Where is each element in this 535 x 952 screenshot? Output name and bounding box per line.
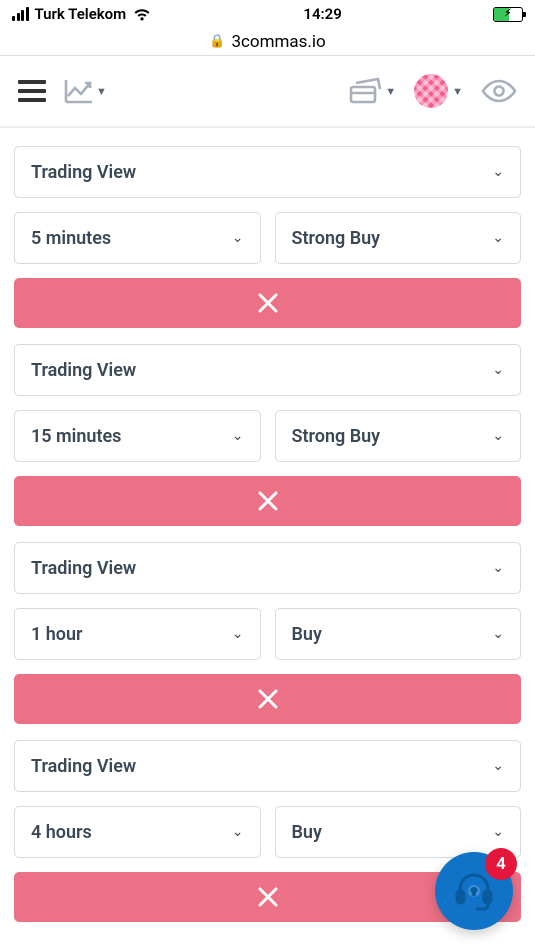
status-left: Turk Telekom	[12, 5, 152, 23]
remove-condition-button[interactable]	[14, 476, 521, 526]
source-value: Trading View	[31, 360, 136, 381]
interval-select[interactable]: 15 minutes ⌄	[14, 410, 261, 462]
source-select[interactable]: Trading View ⌄	[14, 542, 521, 594]
app-header: ▼ ▼ ▼	[0, 56, 535, 128]
source-value: Trading View	[31, 558, 136, 579]
source-value: Trading View	[31, 162, 136, 183]
chevron-down-icon: ⌄	[492, 824, 504, 840]
status-bar: Turk Telekom 14:29 ⚡︎	[0, 0, 535, 28]
lock-icon: 🔒	[209, 34, 225, 49]
signal-value: Buy	[292, 822, 322, 843]
chevron-down-icon: ⌄	[492, 560, 504, 576]
profile-dropdown[interactable]: ▼	[414, 74, 463, 108]
source-select[interactable]: Trading View ⌄	[14, 740, 521, 792]
carrier-label: Turk Telekom	[35, 5, 127, 23]
status-time: 14:29	[303, 5, 341, 23]
source-select[interactable]: Trading View ⌄	[14, 344, 521, 396]
caret-down-icon: ▼	[96, 85, 107, 98]
signal-select[interactable]: Strong Buy ⌄	[275, 212, 522, 264]
chevron-down-icon: ⌄	[492, 758, 504, 774]
close-icon	[255, 686, 281, 712]
visibility-toggle[interactable]	[481, 78, 517, 104]
close-icon	[255, 290, 281, 316]
chevron-down-icon: ⌄	[492, 164, 504, 180]
chevron-down-icon: ⌄	[232, 824, 244, 840]
payment-dropdown[interactable]: ▼	[348, 77, 396, 105]
chevron-down-icon: ⌄	[492, 626, 504, 642]
chevron-down-icon: ⌄	[492, 230, 504, 246]
condition-block: Trading View ⌄ 15 minutes ⌄ Strong Buy ⌄	[14, 344, 521, 526]
close-icon	[255, 884, 281, 910]
interval-value: 1 hour	[31, 624, 83, 645]
signal-select[interactable]: Buy ⌄	[275, 608, 522, 660]
avatar-icon	[414, 74, 448, 108]
chevron-down-icon: ⌄	[232, 230, 244, 246]
signal-select[interactable]: Buy ⌄	[275, 806, 522, 858]
menu-button[interactable]	[18, 80, 46, 102]
signal-value: Buy	[292, 624, 322, 645]
close-icon	[255, 488, 281, 514]
main-content: Trading View ⌄ 5 minutes ⌄ Strong Buy ⌄ …	[0, 128, 535, 952]
remove-condition-button[interactable]	[14, 278, 521, 328]
svg-text:?: ?	[472, 888, 477, 898]
signal-select[interactable]: Strong Buy ⌄	[275, 410, 522, 462]
interval-value: 4 hours	[31, 822, 92, 843]
caret-down-icon: ▼	[385, 85, 396, 98]
interval-select[interactable]: 1 hour ⌄	[14, 608, 261, 660]
condition-block: Trading View ⌄ 5 minutes ⌄ Strong Buy ⌄	[14, 146, 521, 328]
interval-select[interactable]: 5 minutes ⌄	[14, 212, 261, 264]
card-icon	[348, 77, 382, 105]
signal-value: Strong Buy	[292, 228, 381, 249]
remove-condition-button[interactable]	[14, 674, 521, 724]
chart-icon	[64, 78, 94, 104]
chevron-down-icon: ⌄	[232, 428, 244, 444]
source-value: Trading View	[31, 756, 136, 777]
source-select[interactable]: Trading View ⌄	[14, 146, 521, 198]
signal-value: Strong Buy	[292, 426, 381, 447]
caret-down-icon: ▼	[452, 85, 463, 98]
interval-value: 5 minutes	[31, 228, 111, 249]
help-button[interactable]: ? 4	[435, 852, 513, 930]
signal-icon	[12, 7, 29, 21]
wifi-icon	[132, 7, 152, 22]
url-host: 3commas.io	[231, 32, 325, 52]
notification-badge: 4	[485, 848, 517, 880]
battery-icon: ⚡︎	[493, 7, 523, 22]
interval-value: 15 minutes	[31, 426, 121, 447]
chart-dropdown[interactable]: ▼	[64, 78, 107, 104]
chevron-down-icon: ⌄	[492, 362, 504, 378]
interval-select[interactable]: 4 hours ⌄	[14, 806, 261, 858]
chevron-down-icon: ⌄	[492, 428, 504, 444]
chevron-down-icon: ⌄	[232, 626, 244, 642]
condition-block: Trading View ⌄ 1 hour ⌄ Buy ⌄	[14, 542, 521, 724]
status-right: ⚡︎	[493, 7, 523, 22]
browser-address[interactable]: 🔒 3commas.io	[0, 28, 535, 56]
